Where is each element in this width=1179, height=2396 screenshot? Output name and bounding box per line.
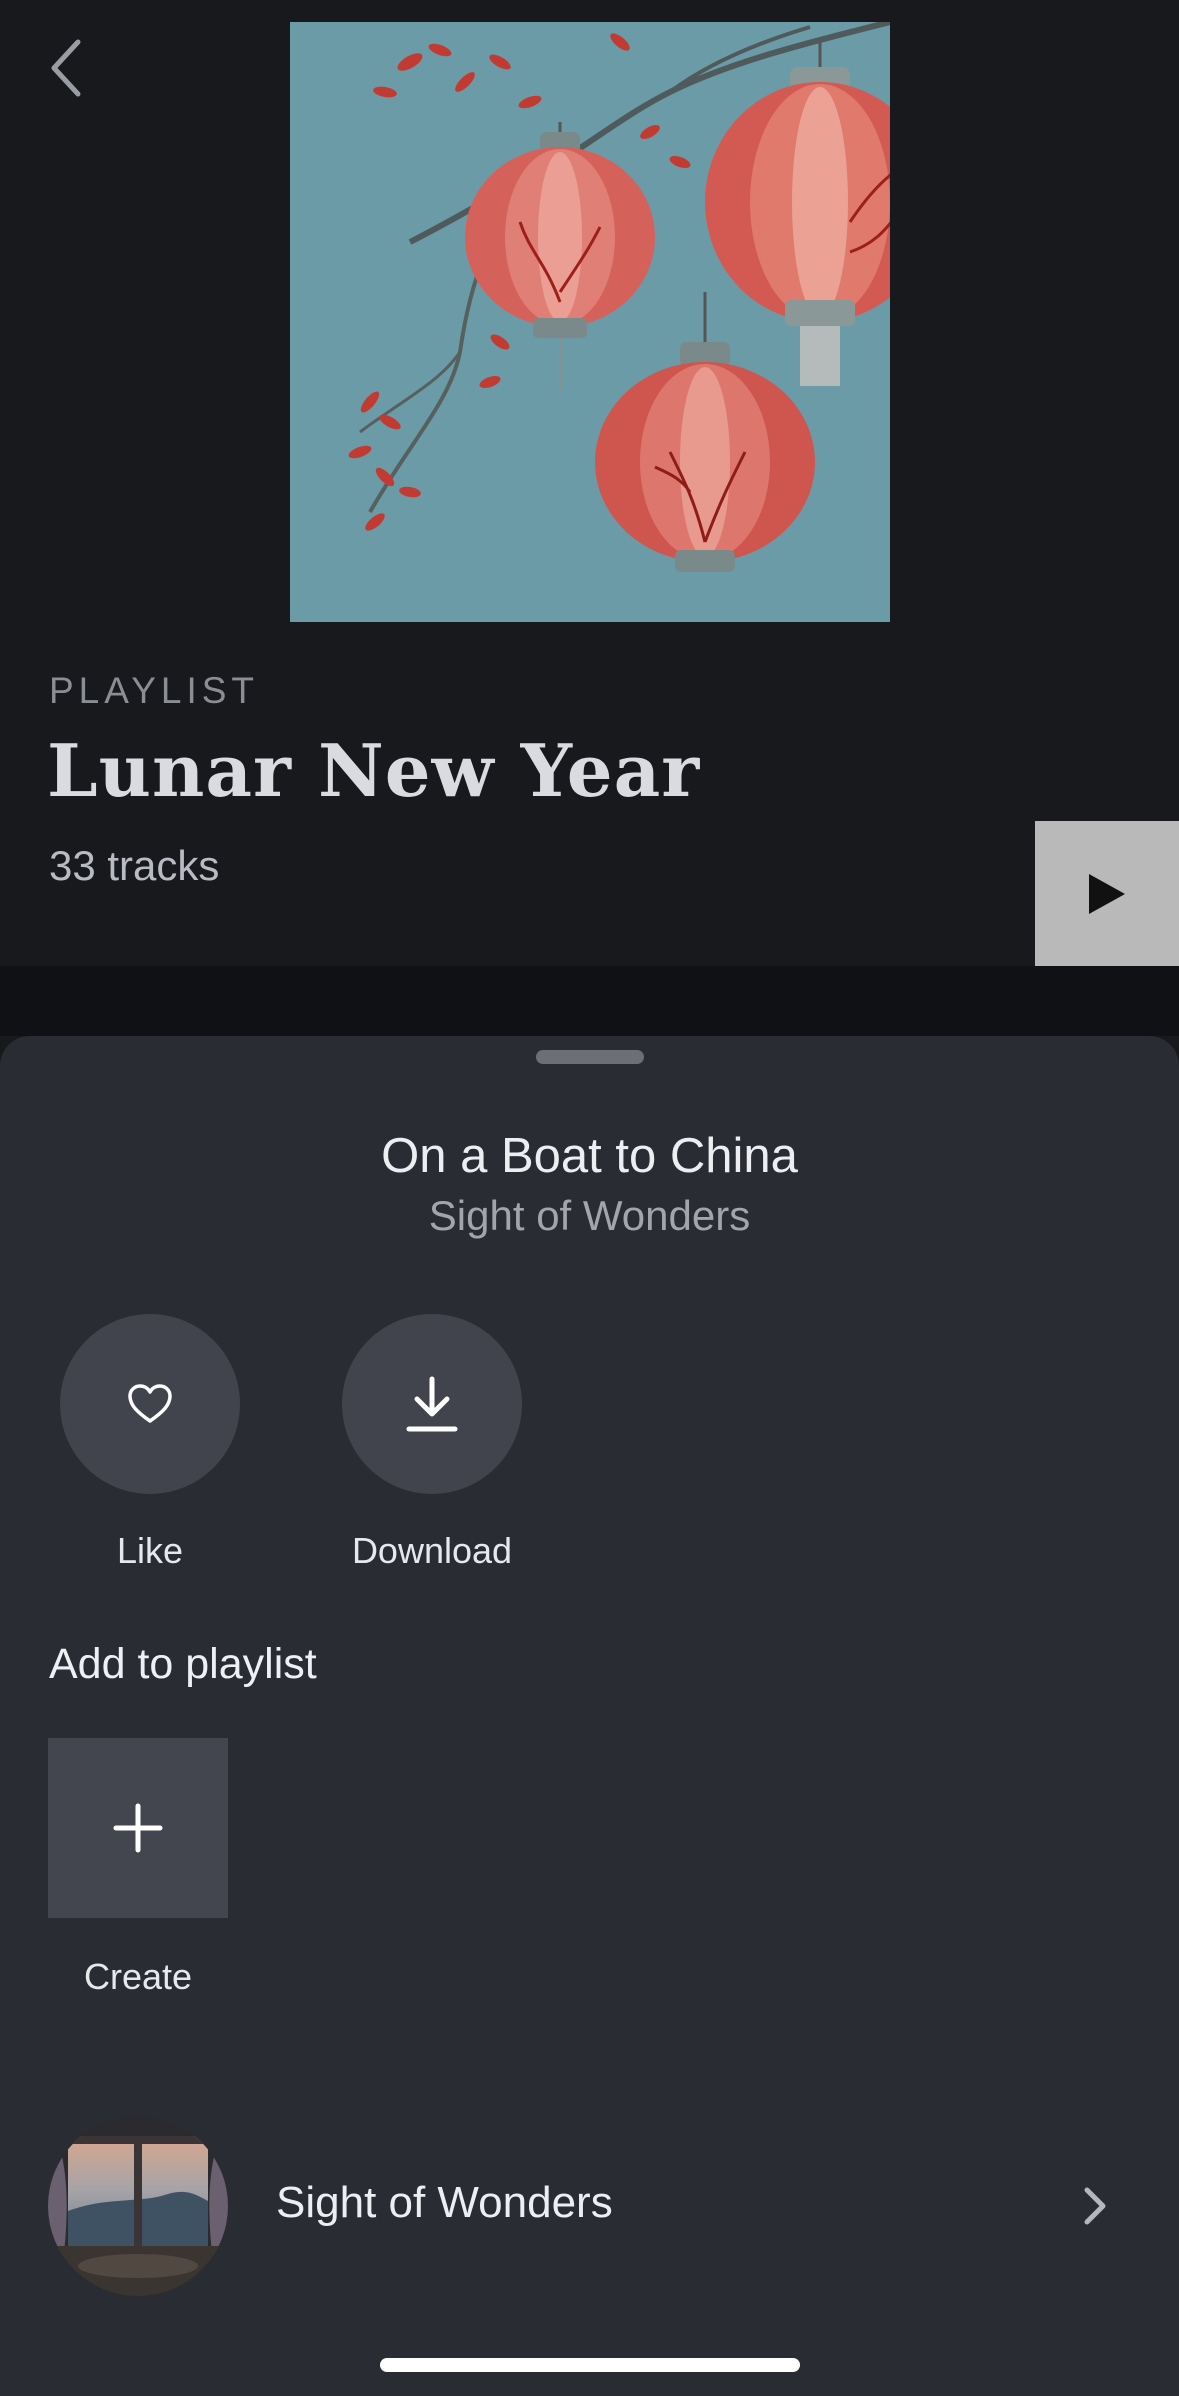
heart-icon <box>128 1384 172 1423</box>
create-playlist-button[interactable]: Create <box>48 1738 228 1998</box>
playlist-title: Lunar New Year <box>47 728 701 813</box>
download-circle[interactable] <box>342 1314 522 1494</box>
playlist-kicker: PLAYLIST <box>49 670 260 711</box>
chevron-left-icon <box>51 39 81 97</box>
header-divider-area <box>0 966 1179 1036</box>
play-icon <box>1089 873 1125 914</box>
create-playlist-tile[interactable] <box>48 1738 228 1918</box>
artist-avatar <box>48 2116 228 2296</box>
home-indicator <box>380 2358 800 2372</box>
create-playlist-label: Create <box>83 1956 193 1997</box>
screen: PLAYLIST Lunar New Year 33 tracks On a B… <box>0 0 1179 2396</box>
track-count: 33 tracks <box>49 842 220 889</box>
like-circle[interactable] <box>60 1314 240 1494</box>
artist-name: Sight of Wonders <box>276 2178 613 2227</box>
playlist-cover-art <box>290 22 890 622</box>
download-label: Download <box>351 1530 513 1571</box>
download-button[interactable]: Download <box>342 1314 522 1572</box>
back-button[interactable] <box>40 30 104 106</box>
artist-row[interactable]: Sight of Wonders <box>0 2106 1179 2306</box>
chevron-right-icon <box>1084 2187 1106 2225</box>
song-artist: Sight of Wonders <box>428 1192 751 1239</box>
track-options-sheet: On a Boat to China Sight of Wonders Like… <box>0 1036 1179 2396</box>
like-label: Like <box>116 1530 184 1571</box>
download-icon <box>406 1376 458 1432</box>
song-title: On a Boat to China <box>381 1129 798 1183</box>
add-to-playlist-heading: Add to playlist <box>49 1640 317 1688</box>
sheet-grabber[interactable] <box>536 1050 644 1064</box>
play-button[interactable] <box>1035 821 1179 966</box>
plus-icon <box>113 1803 163 1853</box>
like-button[interactable]: Like <box>60 1314 240 1572</box>
